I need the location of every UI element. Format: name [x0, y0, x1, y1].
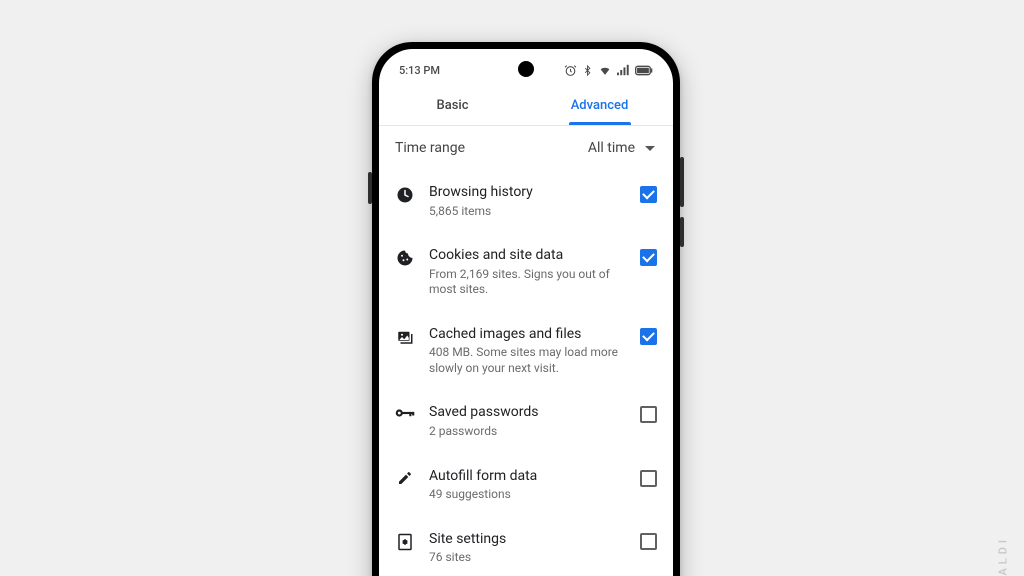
clear-data-list: Browsing history 5,865 items Cookies and…	[379, 170, 673, 576]
list-item[interactable]: Browsing history 5,865 items	[379, 170, 673, 233]
list-item[interactable]: Cookies and site data From 2,169 sites. …	[379, 233, 673, 312]
checkbox[interactable]	[640, 533, 657, 550]
watermark-text: VIVALDI	[996, 536, 1009, 576]
checkbox[interactable]	[640, 470, 657, 487]
phone-side-button	[368, 172, 372, 204]
settings-file-icon	[393, 531, 417, 551]
tab-basic[interactable]: Basic	[379, 85, 526, 125]
checkbox[interactable]	[640, 328, 657, 345]
battery-icon	[635, 65, 653, 76]
signal-icon	[617, 64, 630, 76]
item-subtitle: 2 passwords	[429, 424, 628, 440]
history-icon	[393, 184, 417, 204]
time-range-value: All time	[588, 140, 635, 156]
phone-side-button	[680, 217, 684, 247]
item-title: Browsing history	[429, 184, 628, 202]
checkbox[interactable]	[640, 186, 657, 203]
watermark: VIVALDI	[994, 536, 1010, 576]
alarm-icon	[564, 64, 577, 77]
bluetooth-icon	[582, 64, 593, 77]
checkbox[interactable]	[640, 406, 657, 423]
list-item[interactable]: Autofill form data 49 suggestions	[379, 454, 673, 517]
list-item[interactable]: Site settings 76 sites	[379, 517, 673, 576]
status-icons	[564, 64, 653, 77]
tab-advanced-label: Advanced	[571, 98, 629, 113]
phone-side-button	[680, 157, 684, 207]
item-title: Autofill form data	[429, 468, 628, 486]
checkbox[interactable]	[640, 249, 657, 266]
time-range-label: Time range	[395, 140, 465, 156]
item-title: Site settings	[429, 531, 628, 549]
wifi-icon	[598, 64, 612, 77]
item-subtitle: 76 sites	[429, 550, 628, 566]
cookie-icon	[393, 247, 417, 267]
item-title: Saved passwords	[429, 404, 628, 422]
item-subtitle: 49 suggestions	[429, 487, 628, 503]
item-subtitle: From 2,169 sites. Signs you out of most …	[429, 267, 628, 298]
chevron-down-icon	[645, 146, 655, 151]
item-subtitle: 408 MB. Some sites may load more slowly …	[429, 345, 628, 376]
edit-icon	[393, 468, 417, 486]
item-subtitle: 5,865 items	[429, 204, 628, 220]
tab-bar: Basic Advanced	[379, 85, 673, 126]
item-title: Cookies and site data	[429, 247, 628, 265]
image-icon	[393, 326, 417, 346]
phone-screen: 5:13 PM Basic Advanced Time range All ti…	[379, 49, 673, 576]
key-icon	[393, 404, 417, 420]
tab-basic-label: Basic	[436, 98, 468, 113]
phone-frame: 5:13 PM Basic Advanced Time range All ti…	[372, 42, 680, 576]
front-camera	[518, 61, 534, 77]
status-time: 5:13 PM	[399, 64, 440, 77]
list-item[interactable]: Cached images and files 408 MB. Some sit…	[379, 312, 673, 391]
tab-advanced[interactable]: Advanced	[526, 85, 673, 125]
time-range-row: Time range All time	[379, 126, 673, 170]
item-title: Cached images and files	[429, 326, 628, 344]
list-item[interactable]: Saved passwords 2 passwords	[379, 390, 673, 453]
time-range-dropdown[interactable]: All time	[588, 140, 655, 156]
